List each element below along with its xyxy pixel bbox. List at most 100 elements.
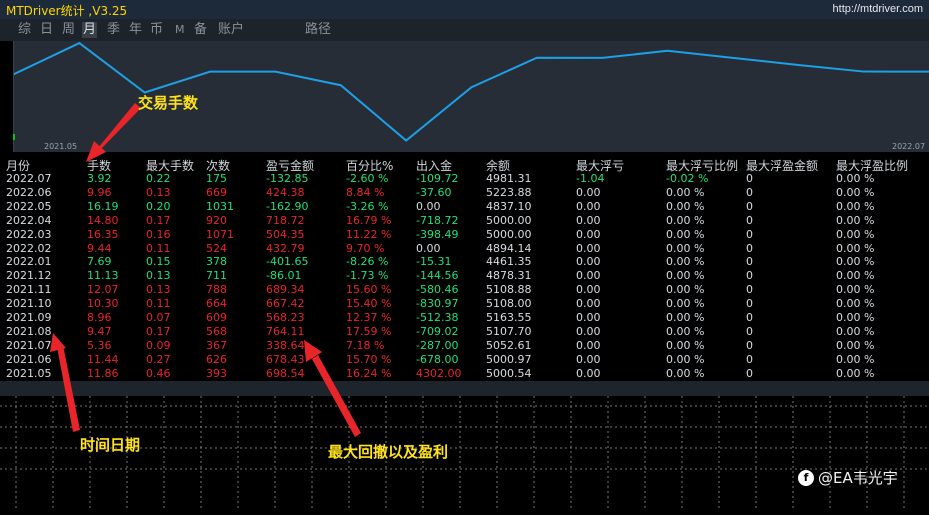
cell-max-float-profit-pct: 0.00 %: [836, 352, 875, 366]
tab-notes[interactable]: 备: [193, 22, 208, 38]
cell-max-float-loss: 0.00: [576, 338, 601, 352]
annotation-profit: 最大回撤以及盈利: [328, 443, 449, 461]
cell-percent: 15.60 %: [346, 283, 392, 297]
cell-max-float-loss-pct: 0.00 %: [666, 324, 705, 338]
cell-balance: 5000.97: [486, 352, 532, 366]
tab-year[interactable]: 年: [128, 22, 143, 38]
cell-balance: 5000.00: [486, 213, 532, 227]
cell-max-float-profit-pct: 0.00 %: [836, 297, 875, 311]
x-axis-end-label: 2022.07: [892, 142, 926, 151]
cell-lots: 9.47: [87, 324, 112, 338]
cell-percent: -1.73 %: [346, 269, 389, 283]
cell-max-float-profit: 0: [746, 255, 753, 269]
tab-currency[interactable]: 币: [149, 22, 164, 38]
cell-profit: 504.35: [266, 227, 305, 241]
tab-account[interactable]: 账户: [217, 22, 245, 38]
cell-percent: 12.37 %: [346, 311, 392, 324]
watermark-text: @EA韦光宇: [818, 469, 898, 487]
cell-lots: 11.13: [87, 269, 119, 283]
cell-month: 2022.02: [6, 241, 52, 255]
tab-path[interactable]: 路径: [304, 22, 332, 38]
cell-max-float-profit-pct: 0.00 %: [836, 338, 875, 352]
cell-max-float-loss-pct: -0.02 %: [666, 172, 709, 185]
cell-max-lots: 0.46: [146, 366, 171, 380]
cell-percent: 17.59 %: [346, 324, 392, 338]
tab-overview[interactable]: 综: [17, 22, 32, 38]
cell-month: 2021.09: [6, 311, 52, 324]
cell-lots: 14.80: [87, 213, 119, 227]
cell-lots: 11.86: [87, 366, 119, 380]
tab-day[interactable]: 日: [39, 22, 54, 38]
cell-deposit: -830.97: [416, 297, 459, 311]
cell-month: 2021.07: [6, 338, 52, 352]
cell-max-lots: 0.22: [146, 172, 171, 185]
cell-profit: 689.34: [266, 283, 305, 297]
cell-month: 2022.07: [6, 172, 52, 185]
tab-m[interactable]: M: [174, 22, 186, 38]
equity-point: [666, 49, 669, 52]
cell-max-float-profit: 0: [746, 172, 753, 185]
cell-profit: 424.38: [266, 185, 305, 199]
cell-max-float-loss: 0.00: [576, 255, 601, 269]
cell-max-float-loss-pct: 0.00 %: [666, 241, 705, 255]
tab-quarter[interactable]: 季: [106, 22, 121, 38]
cell-max-float-profit-pct: 0.00 %: [836, 172, 875, 185]
cell-month: 2022.05: [6, 199, 52, 213]
cell-count: 524: [206, 241, 227, 255]
cell-count: 626: [206, 352, 227, 366]
equity-point: [405, 139, 407, 142]
cell-count: 1071: [206, 227, 234, 241]
cell-month: 2022.03: [6, 227, 52, 241]
cell-month: 2022.04: [6, 213, 52, 227]
equity-point: [78, 42, 81, 44]
tab-week[interactable]: 周: [61, 22, 76, 38]
cell-max-float-profit: 0: [746, 269, 753, 283]
cell-max-float-loss: 0.00: [576, 185, 601, 199]
cell-max-float-profit: 0: [746, 283, 753, 297]
cell-max-float-profit: 0: [746, 227, 753, 241]
weibo-icon: f: [798, 469, 814, 486]
cell-balance: 4878.31: [486, 269, 532, 283]
cell-max-float-profit: 0: [746, 199, 753, 213]
cell-count: 367: [206, 338, 227, 352]
cell-max-float-loss-pct: 0.00 %: [666, 255, 705, 269]
cell-balance: 5223.88: [486, 185, 532, 199]
cell-max-float-profit-pct: 0.00 %: [836, 199, 875, 213]
cell-max-float-loss-pct: 0.00 %: [666, 283, 705, 297]
cell-max-float-profit-pct: 0.00 %: [836, 213, 875, 227]
cell-balance: 5107.70: [486, 324, 532, 338]
cell-max-float-profit: 0: [746, 311, 753, 324]
cell-deposit: -580.46: [416, 283, 459, 297]
cell-max-lots: 0.11: [146, 241, 171, 255]
cell-lots: 9.96: [87, 185, 112, 199]
cell-balance: 4461.35: [486, 255, 532, 269]
cell-profit: 568.23: [266, 311, 305, 324]
cell-max-float-loss: 0.00: [576, 269, 601, 283]
header-max-float-profit[interactable]: 最大浮盈金额: [746, 157, 818, 174]
chart-marker: [13, 134, 15, 140]
cell-max-lots: 0.20: [146, 199, 171, 213]
stats-table: [0, 152, 929, 396]
cell-deposit: -287.00: [416, 338, 459, 352]
cell-profit: -86.01: [266, 269, 302, 283]
cell-max-lots: 0.27: [146, 352, 171, 366]
cell-percent: 7.18 %: [346, 338, 385, 352]
cell-max-float-loss: 0.00: [576, 324, 601, 338]
tab-month[interactable]: 月: [82, 22, 98, 38]
window-title: MTDriver统计 ,V3.25: [6, 4, 128, 18]
cell-balance: 4981.31: [486, 172, 532, 185]
cell-max-float-loss-pct: 0.00 %: [666, 227, 705, 241]
cell-lots: 9.44: [87, 241, 112, 255]
cell-max-float-profit: 0: [746, 352, 753, 366]
cell-max-float-loss: 0.00: [576, 213, 601, 227]
cell-count: 664: [206, 297, 227, 311]
cell-deposit: -512.38: [416, 311, 459, 324]
cell-profit: 698.54: [266, 366, 305, 380]
cell-lots: 16.19: [87, 199, 119, 213]
cell-deposit: -15.31: [416, 255, 452, 269]
website-link[interactable]: http://mtdriver.com: [833, 3, 923, 15]
cell-max-lots: 0.13: [146, 185, 171, 199]
cell-month: 2022.01: [6, 255, 52, 269]
cell-percent: 9.70 %: [346, 241, 385, 255]
cell-max-float-profit-pct: 0.00 %: [836, 283, 875, 297]
